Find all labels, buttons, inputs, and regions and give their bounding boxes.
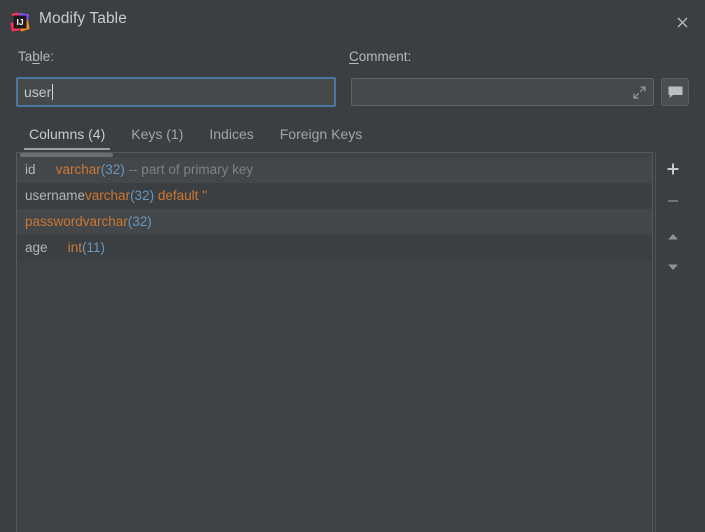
column-name: username — [25, 188, 85, 203]
tab-indices[interactable]: Indices — [196, 124, 266, 150]
table-row[interactable]: id varchar(32) -- part of primary key — [17, 157, 652, 183]
comment-bubble-icon — [667, 85, 684, 100]
close-button[interactable] — [667, 8, 697, 36]
column-type: varchar — [85, 188, 130, 203]
columns-list-panel: id varchar(32) -- part of primary key us… — [16, 152, 653, 532]
column-length: (32) — [128, 214, 152, 229]
columns-toolbar — [655, 152, 689, 532]
move-column-up-button[interactable] — [660, 224, 686, 250]
column-name-pad — [36, 157, 56, 183]
svg-text:IJ: IJ — [16, 17, 23, 27]
column-length: (11) — [82, 240, 105, 255]
tab-columns[interactable]: Columns (4) — [16, 124, 118, 150]
table-row[interactable]: age int(11) — [17, 235, 652, 261]
minus-icon — [665, 193, 681, 209]
comment-label-part2: omment: — [359, 49, 412, 64]
page-title: Modify Table — [39, 10, 127, 28]
title-bar: IJ Modify Table — [0, 0, 705, 44]
intellij-idea-icon: IJ — [9, 11, 31, 33]
columns-list: id varchar(32) -- part of primary key us… — [17, 157, 652, 261]
comment-label: Comment: — [349, 49, 411, 64]
table-name-value: user — [24, 85, 51, 99]
column-default-value: '' — [202, 188, 207, 203]
table-name-label: Table: — [18, 49, 54, 64]
column-name: id — [25, 162, 36, 177]
column-keyword: default — [158, 188, 199, 203]
expand-diagonal-icon[interactable] — [632, 85, 647, 100]
close-icon — [675, 15, 690, 30]
column-length: (32) — [101, 162, 125, 177]
table-label-mnemonic: b — [32, 49, 40, 64]
remove-column-button[interactable] — [660, 188, 686, 214]
modify-table-dialog: IJ Modify Table Table: Comment: user — [0, 0, 705, 532]
comment-label-mnemonic: C — [349, 49, 359, 64]
add-column-button[interactable] — [660, 156, 686, 182]
column-type: int — [68, 240, 82, 255]
table-label-part2: le: — [40, 49, 54, 64]
arrow-down-icon — [665, 259, 681, 275]
tab-columns-label: Columns (4) — [29, 126, 105, 142]
column-name: password — [25, 214, 83, 229]
table-row[interactable]: password varchar(32) — [17, 209, 652, 235]
move-column-down-button[interactable] — [660, 254, 686, 280]
comment-toggle-button[interactable] — [661, 78, 689, 106]
column-type: varchar — [56, 162, 101, 177]
detail-tabs: Columns (4) Keys (1) Indices Foreign Key… — [16, 124, 375, 152]
column-name-pad — [48, 235, 68, 261]
tab-foreign-keys-label: Foreign Keys — [280, 126, 362, 142]
text-caret — [52, 84, 53, 100]
column-name: age — [25, 240, 48, 255]
tab-keys[interactable]: Keys (1) — [118, 124, 196, 150]
tab-indices-label: Indices — [209, 126, 253, 142]
comment-input[interactable] — [351, 78, 654, 106]
table-label-part1: Ta — [18, 49, 32, 64]
column-type: varchar — [83, 214, 128, 229]
column-length: (32) — [130, 188, 154, 203]
plus-icon — [665, 161, 681, 177]
column-comment: -- part of primary key — [129, 162, 254, 177]
table-name-input[interactable]: user — [16, 77, 336, 107]
arrow-up-icon — [665, 229, 681, 245]
tab-foreign-keys[interactable]: Foreign Keys — [267, 124, 375, 150]
tab-keys-label: Keys (1) — [131, 126, 183, 142]
table-row[interactable]: username varchar(32) default '' — [17, 183, 652, 209]
